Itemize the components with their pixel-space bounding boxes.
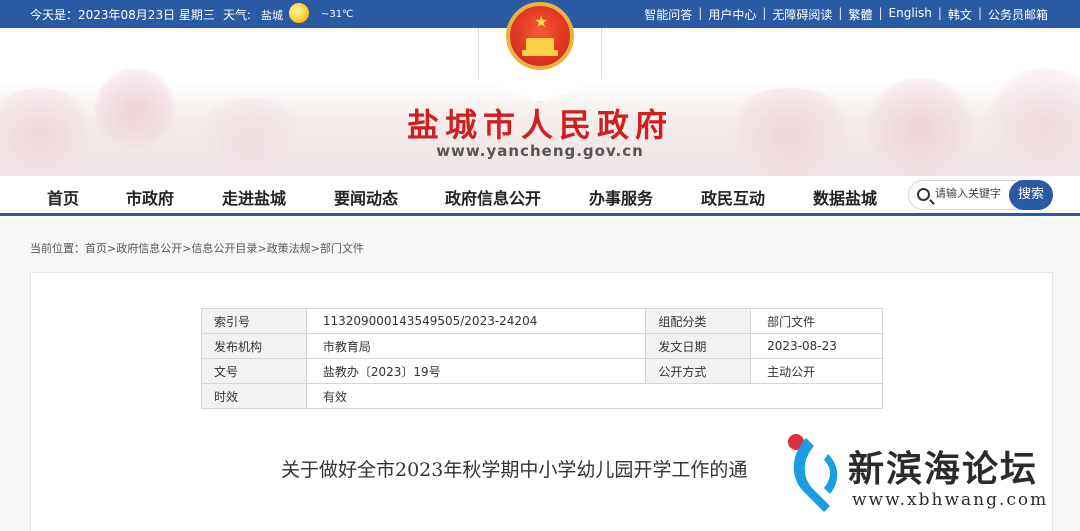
link-traditional-chinese[interactable]: 繁體 — [848, 6, 872, 23]
nav-item-interaction[interactable]: 政民互动 — [701, 185, 765, 209]
nav-item-info-disclosure[interactable]: 政府信息公开 — [445, 185, 541, 209]
link-civil-servant-mail[interactable]: 公务员邮箱 — [988, 6, 1048, 23]
national-emblem-icon: ★ — [506, 2, 574, 70]
separator: | — [977, 6, 982, 20]
separator: | — [762, 6, 767, 20]
search-input[interactable] — [935, 187, 1015, 200]
link-english[interactable]: English — [889, 6, 932, 23]
breadcrumb-prefix: 当前位置： — [30, 242, 85, 255]
nav-item-about-yancheng[interactable]: 走进盐城 — [222, 185, 286, 209]
meta-label: 公开方式 — [645, 358, 752, 384]
meta-label: 文号 — [201, 358, 307, 384]
site-title: 盐城市人民政府 — [406, 106, 673, 144]
meta-label: 索引号 — [201, 308, 307, 334]
table-row: 时效 有效 — [201, 383, 884, 409]
top-links: 智能问答 | 用户中心 | 无障碍阅读 | 繁體 | English | 韩文 … — [644, 6, 1048, 23]
separator: | — [838, 6, 843, 20]
meta-label: 发布机构 — [201, 333, 307, 359]
watermark-url: www.xbhwang.com — [852, 490, 1049, 510]
meta-value: 部门文件 — [750, 308, 883, 334]
separator: | — [878, 6, 883, 20]
document-title: 关于做好全市2023年秋学期中小学幼儿园开学工作的通 — [281, 459, 748, 481]
meta-label: 时效 — [201, 383, 307, 409]
watermark-title: 新滨海论坛 — [848, 449, 1039, 490]
meta-value: 主动公开 — [750, 358, 883, 384]
weather-temperature: ~31℃ — [321, 9, 354, 20]
nav-item-home[interactable]: 首页 — [47, 185, 79, 209]
separator: | — [698, 6, 703, 20]
current-date: 今天是：2023年08月23日 星期三 — [30, 8, 215, 22]
nav-item-news[interactable]: 要闻动态 — [334, 185, 398, 209]
meta-value: 113209000143549505/2023-24204 — [305, 308, 647, 334]
search-box: 搜索 — [908, 180, 1053, 210]
search-button[interactable]: 搜索 — [1009, 180, 1053, 210]
meta-label: 发文日期 — [645, 333, 752, 359]
forum-logo-icon — [788, 434, 838, 512]
link-user-center[interactable]: 用户中心 — [708, 6, 756, 23]
weather-widget: 天气: 盐城 ~31℃ — [223, 2, 354, 23]
link-smart-qa[interactable]: 智能问答 — [644, 6, 692, 23]
breadcrumb-item-info-disclosure[interactable]: 政府信息公开 — [116, 242, 182, 255]
link-korean[interactable]: 韩文 — [948, 6, 972, 23]
site-url: www.yancheng.gov.cn — [436, 142, 644, 160]
breadcrumb: 当前位置：首页>政府信息公开>信息公开目录>政策法规>部门文件 — [30, 240, 364, 256]
meta-value: 盐教办〔2023〕19号 — [305, 358, 647, 384]
nav-item-data[interactable]: 数据盐城 — [813, 185, 877, 209]
breadcrumb-item-department-docs[interactable]: 部门文件 — [320, 242, 364, 255]
breadcrumb-separator: > — [257, 242, 267, 255]
meta-label: 组配分类 — [645, 308, 752, 334]
nav-item-services[interactable]: 办事服务 — [589, 185, 653, 209]
breadcrumb-item-disclosure-catalog[interactable]: 信息公开目录 — [191, 242, 257, 255]
meta-value: 市教育局 — [305, 333, 647, 359]
breadcrumb-separator: > — [310, 242, 320, 255]
main-nav: 首页 市政府 走进盐城 要闻动态 政府信息公开 办事服务 政民互动 数据盐城 搜… — [0, 176, 1080, 216]
breadcrumb-separator: > — [107, 242, 117, 255]
sunny-icon — [289, 2, 310, 23]
meta-value: 2023-08-23 — [750, 333, 883, 359]
separator: | — [937, 6, 942, 20]
search-icon — [917, 188, 930, 201]
document-metadata-table: 索引号 113209000143549505/2023-24204 组配分类 部… — [201, 308, 884, 409]
table-row: 索引号 113209000143549505/2023-24204 组配分类 部… — [201, 308, 883, 334]
table-row: 发布机构 市教育局 发文日期 2023-08-23 — [201, 333, 883, 359]
breadcrumb-item-home[interactable]: 首页 — [85, 242, 107, 255]
star-icon: ★ — [534, 12, 549, 31]
weather-city: 盐城 — [261, 8, 284, 22]
weather-label: 天气: — [223, 8, 252, 22]
breadcrumb-item-policies[interactable]: 政策法规 — [267, 242, 311, 255]
nav-item-city-government[interactable]: 市政府 — [126, 185, 174, 209]
tiananmen-base-shape — [522, 50, 558, 56]
table-row: 文号 盐教办〔2023〕19号 公开方式 主动公开 — [201, 358, 883, 384]
meta-value: 有效 — [305, 383, 884, 409]
link-accessible-reading[interactable]: 无障碍阅读 — [772, 6, 832, 23]
